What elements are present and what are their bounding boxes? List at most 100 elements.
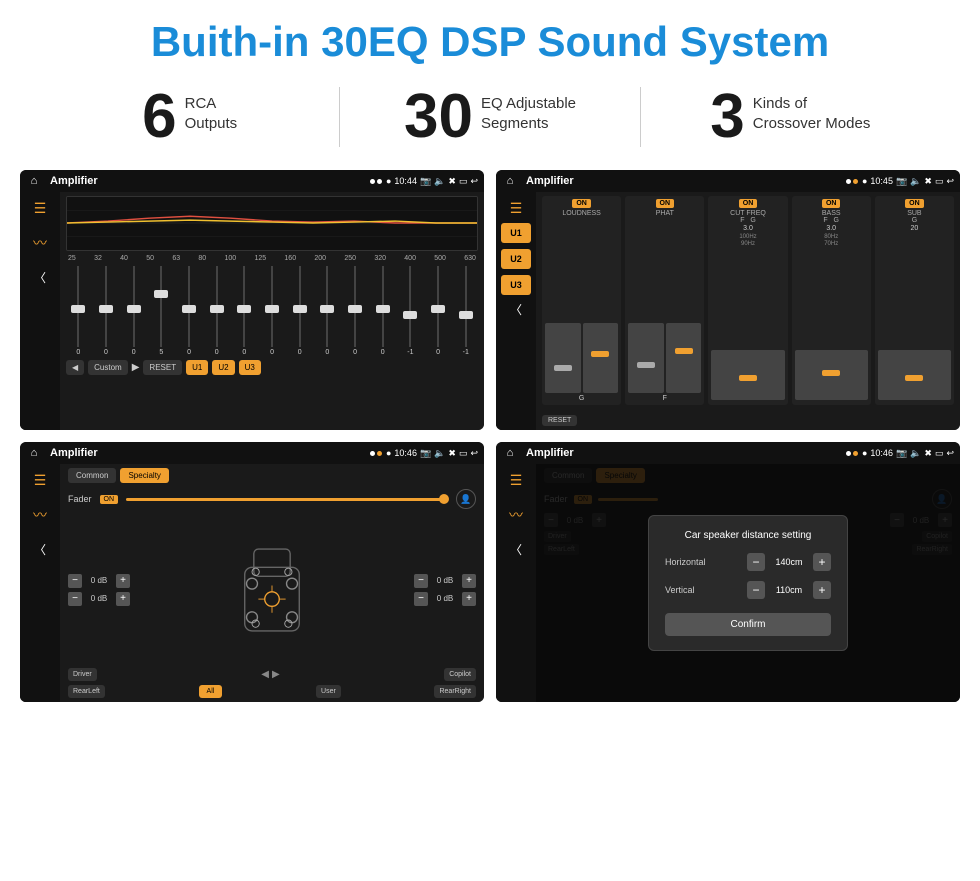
- eq-icon-4[interactable]: ☰: [510, 472, 523, 489]
- db-plus-rl[interactable]: +: [116, 592, 130, 606]
- horizontal-value: 140cm: [769, 557, 809, 567]
- slider-track-12[interactable]: [382, 266, 384, 347]
- screen4-left-sidebar: ☰ 〰 〈: [496, 464, 536, 702]
- user-btn[interactable]: User: [316, 685, 341, 698]
- db-val-rr: 0 dB: [431, 594, 459, 603]
- slider-track-5[interactable]: [188, 266, 190, 347]
- eq-icon-3[interactable]: ☰: [34, 472, 47, 489]
- slider-track-6[interactable]: [216, 266, 218, 347]
- slider-col-2: 0: [94, 266, 119, 356]
- db-val-rl: 0 dB: [85, 594, 113, 603]
- phat-slider-r[interactable]: [666, 323, 702, 393]
- fader-slider[interactable]: [126, 498, 448, 501]
- tab-common-3[interactable]: Common: [68, 468, 116, 483]
- preset-label: Custom: [88, 360, 128, 375]
- prev-button[interactable]: ◀: [66, 360, 84, 375]
- loudness-slider-r[interactable]: [583, 323, 619, 393]
- cutfreq-slider[interactable]: [711, 350, 784, 400]
- horizontal-minus-btn[interactable]: −: [747, 553, 765, 571]
- stats-row: 6 RCAOutputs 30 EQ AdjustableSegments 3 …: [0, 76, 980, 166]
- eq-sliders-container: 0 0 0: [66, 266, 478, 356]
- screen2-main: ON LOUDNESS G: [536, 192, 960, 430]
- slider-col-12: 0: [370, 266, 395, 356]
- slider-track-9[interactable]: [299, 266, 301, 347]
- reset-btn-2[interactable]: RESET: [542, 415, 577, 426]
- speaker-right-controls: − 0 dB + − 0 dB +: [414, 515, 476, 664]
- driver-btn[interactable]: Driver: [68, 668, 97, 681]
- slider-col-9: 0: [287, 266, 312, 356]
- vertical-label: Vertical: [665, 585, 720, 595]
- db-minus-fl[interactable]: −: [68, 574, 82, 588]
- cutfreq-title: CUT FREQ: [730, 210, 766, 217]
- fader-row: Fader ON 👤: [68, 489, 476, 509]
- eq-graph: [66, 196, 478, 251]
- u2-selector[interactable]: U2: [501, 249, 531, 269]
- u1-selector[interactable]: U1: [501, 223, 531, 243]
- u1-btn[interactable]: U1: [186, 360, 208, 375]
- slider-track-8[interactable]: [271, 266, 273, 347]
- sub-slider[interactable]: [878, 350, 951, 400]
- db-plus-rr[interactable]: +: [462, 592, 476, 606]
- slider-track-7[interactable]: [243, 266, 245, 347]
- reset-btn-1[interactable]: RESET: [143, 360, 182, 375]
- arrow-left-icon[interactable]: ◀: [261, 669, 269, 680]
- db-minus-rl[interactable]: −: [68, 592, 82, 606]
- speaker-icon-4[interactable]: 〈: [510, 541, 522, 558]
- slider-track-2[interactable]: [105, 266, 107, 347]
- stat-eq-label: EQ AdjustableSegments: [481, 86, 576, 133]
- settings-icon[interactable]: 👤: [456, 489, 476, 509]
- dialog-title: Car speaker distance setting: [665, 530, 831, 541]
- arrow-right-icon[interactable]: ▶: [272, 669, 280, 680]
- wave-icon-4[interactable]: 〰: [509, 505, 523, 525]
- db-minus-fr[interactable]: −: [414, 574, 428, 588]
- slider-track-15[interactable]: [465, 266, 467, 347]
- slider-track-13[interactable]: [409, 266, 411, 347]
- screen1-content: ☰ 〰 〈: [20, 192, 484, 430]
- slider-track-10[interactable]: [326, 266, 328, 347]
- slider-track-14[interactable]: [437, 266, 439, 347]
- confirm-button[interactable]: Confirm: [665, 613, 831, 636]
- bass-slider[interactable]: [795, 350, 868, 400]
- rearleft-btn[interactable]: RearLeft: [68, 685, 105, 698]
- db-plus-fl[interactable]: +: [116, 574, 130, 588]
- horizontal-plus-btn[interactable]: +: [813, 553, 831, 571]
- rearright-btn[interactable]: RearRight: [434, 685, 476, 698]
- wave-icon-3[interactable]: 〰: [33, 505, 47, 525]
- slider-val-6: 0: [215, 349, 219, 356]
- speaker-icon-3[interactable]: 〈: [34, 541, 46, 558]
- u2-btn[interactable]: U2: [212, 360, 234, 375]
- db-minus-rr[interactable]: −: [414, 592, 428, 606]
- slider-track-1[interactable]: [77, 266, 79, 347]
- status-bar-1: ⌂ Amplifier ● 10:44 📷🔈✖▭↩: [20, 170, 484, 192]
- speaker-icon[interactable]: 〈: [34, 269, 46, 286]
- vertical-control: − 110cm +: [747, 581, 831, 599]
- slider-track-4[interactable]: [160, 266, 162, 347]
- eq-icon-2[interactable]: ☰: [510, 200, 523, 217]
- stat-crossover-label: Kinds ofCrossover Modes: [753, 86, 871, 133]
- stat-eq: 30 EQ AdjustableSegments: [360, 86, 619, 148]
- left-sidebar-1: ☰ 〰 〈: [20, 192, 60, 430]
- wave-icon[interactable]: 〰: [33, 233, 47, 253]
- slider-val-13: -1: [407, 349, 413, 356]
- slider-track-11[interactable]: [354, 266, 356, 347]
- stat-divider-1: [339, 87, 340, 147]
- u3-btn[interactable]: U3: [239, 360, 261, 375]
- app-dots-4: [846, 451, 858, 456]
- slider-track-3[interactable]: [133, 266, 135, 347]
- tab-specialty-3[interactable]: Specialty: [120, 468, 168, 483]
- play-button[interactable]: ▶: [132, 362, 140, 373]
- eq-icon[interactable]: ☰: [34, 200, 47, 217]
- slider-val-4: 5: [159, 349, 163, 356]
- all-btn[interactable]: All: [199, 685, 223, 698]
- vertical-minus-btn[interactable]: −: [747, 581, 765, 599]
- copilot-btn[interactable]: Copilot: [444, 668, 476, 681]
- loudness-slider-l[interactable]: [545, 323, 581, 393]
- home-icon-1: ⌂: [26, 173, 42, 189]
- vertical-plus-btn[interactable]: +: [813, 581, 831, 599]
- slider-val-11: 0: [353, 349, 357, 356]
- speaker-icon-2[interactable]: 〈: [510, 301, 522, 318]
- u3-selector[interactable]: U3: [501, 275, 531, 295]
- db-plus-fr[interactable]: +: [462, 574, 476, 588]
- screen3-main: Common Specialty Fader ON 👤: [60, 464, 484, 702]
- phat-slider-l[interactable]: [628, 323, 664, 393]
